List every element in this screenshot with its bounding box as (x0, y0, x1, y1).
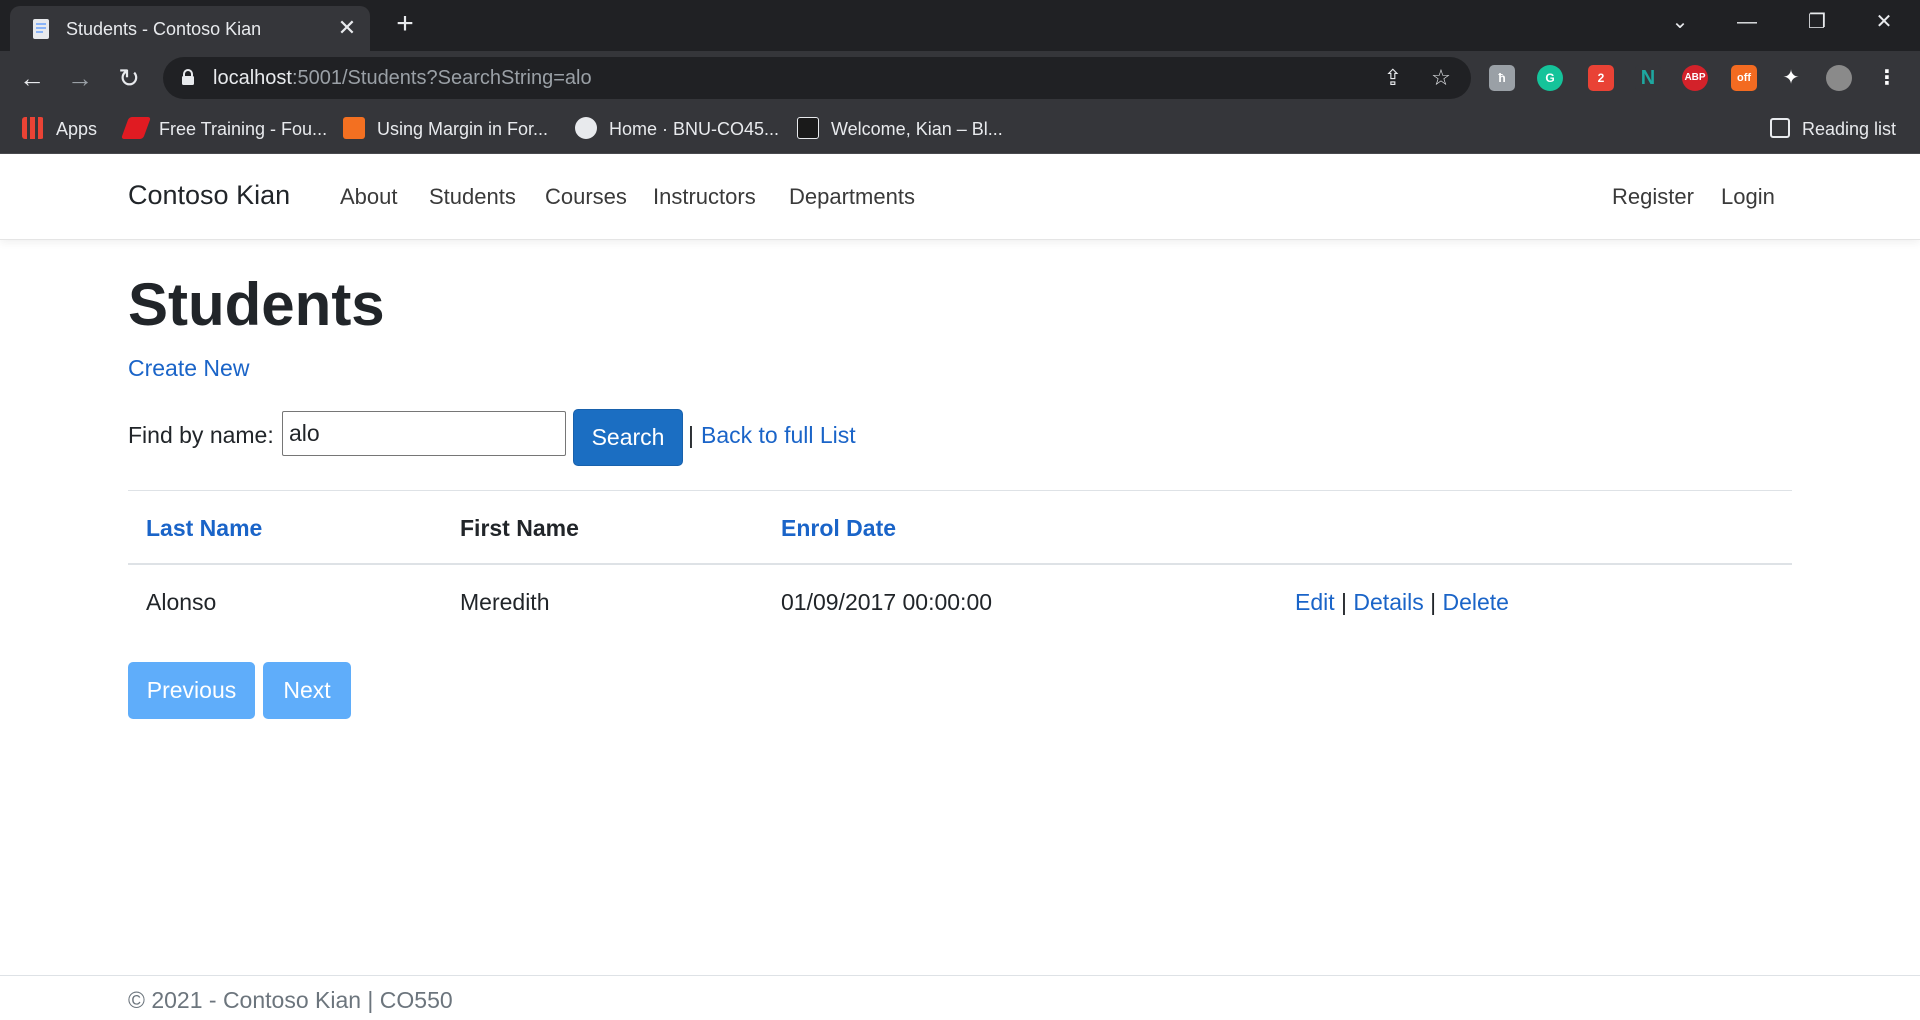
previous-page-button[interactable]: Previous (128, 662, 255, 719)
nav-link-register[interactable]: Register (1612, 184, 1694, 210)
forward-arrow-icon[interactable]: → (64, 62, 96, 94)
restore-icon[interactable]: ❐ (1797, 8, 1837, 36)
tab-search-chevron-icon[interactable]: ⌄ (1660, 8, 1700, 36)
ext-grey-icon[interactable]: ħ (1489, 65, 1515, 91)
reading-list-icon (1770, 118, 1790, 139)
browser-tab-active[interactable]: Students - Contoso Kian ✕ (10, 6, 370, 51)
cell-last-name: Alonso (146, 589, 217, 615)
students-table: Last Name First Name Enrol Date Alonso M… (128, 490, 1792, 643)
bookmark-using-margin[interactable]: Using Margin in For... (343, 116, 548, 142)
row-actions: Edit | Details | Delete (1295, 589, 1509, 616)
cell-enrol-date: 01/09/2017 00:00:00 (781, 589, 993, 615)
nav-link-login[interactable]: Login (1721, 184, 1775, 210)
cell-first-name: Meredith (460, 589, 550, 615)
navbar-brand[interactable]: Contoso Kian (128, 180, 290, 211)
column-header-first-name: First Name (460, 515, 579, 541)
tab-title: Students - Contoso Kian (66, 19, 262, 39)
search-button[interactable]: Search (573, 409, 683, 466)
reload-icon[interactable]: ↻ (113, 62, 145, 94)
footer-text: © 2021 - Contoso Kian | CO550 (128, 987, 453, 1013)
separator: | (688, 422, 694, 448)
bookmarks-bar: Apps Free Training - Fou... Using Margin… (0, 105, 1920, 154)
url-text: localhost:5001/Students?SearchString=alo (213, 67, 592, 89)
close-window-icon[interactable]: ✕ (1864, 8, 1904, 36)
dfx-icon (343, 117, 365, 140)
site-footer: © 2021 - Contoso Kian | CO550 (0, 975, 1920, 1020)
nav-link-about[interactable]: About (340, 184, 398, 210)
reading-list-button[interactable]: Reading list (1770, 116, 1896, 142)
page-title: Students (128, 271, 385, 338)
bookmark-blackboard[interactable]: Welcome, Kian – Bl... (797, 116, 1003, 142)
separator: | (1430, 589, 1437, 615)
extensions-puzzle-icon[interactable]: ✦ (1778, 65, 1804, 91)
tab-close-icon[interactable]: ✕ (335, 16, 359, 40)
apps-grid-icon (22, 117, 44, 140)
nav-link-courses[interactable]: Courses (545, 184, 627, 210)
ext-off-icon[interactable]: off (1731, 65, 1757, 91)
ext-colorful-icon[interactable]: 2 (1588, 65, 1614, 91)
document-favicon-icon (33, 19, 49, 39)
share-icon[interactable]: ⇪ (1380, 65, 1406, 91)
find-by-name-label: Find by name: (128, 422, 274, 448)
next-page-button[interactable]: Next (263, 662, 351, 719)
nav-link-instructors[interactable]: Instructors (653, 184, 756, 210)
search-input[interactable] (282, 411, 566, 456)
back-arrow-icon[interactable]: ← (16, 62, 48, 94)
ext-n-icon[interactable]: N (1635, 65, 1661, 91)
browser-toolbar: ← → ↻ localhost:5001/Students?SearchStri… (0, 51, 1920, 105)
grammarly-icon[interactable]: G (1537, 65, 1563, 91)
bookmark-github-home[interactable]: Home · BNU-CO45... (575, 116, 779, 142)
minimize-icon[interactable]: — (1727, 8, 1767, 36)
new-tab-plus-icon[interactable]: + (390, 9, 420, 40)
delete-link[interactable]: Delete (1442, 589, 1508, 615)
site-navbar: Contoso Kian About Students Courses Inst… (0, 154, 1920, 240)
separator: | (1341, 589, 1348, 615)
blackboard-icon (797, 117, 819, 140)
browser-menu-dots-icon[interactable]: ⋮ (1874, 65, 1900, 91)
table-row: Alonso Meredith 01/09/2017 00:00:00 Edit… (128, 565, 1792, 643)
sort-enrol-date-link[interactable]: Enrol Date (781, 515, 896, 542)
nav-link-departments[interactable]: Departments (789, 184, 915, 210)
profile-avatar-icon[interactable] (1826, 65, 1852, 91)
create-new-link[interactable]: Create New (128, 355, 249, 382)
red-arrow-icon (120, 117, 152, 140)
github-icon (575, 117, 597, 140)
bookmark-apps[interactable]: Apps (22, 116, 97, 142)
sort-last-name-link[interactable]: Last Name (146, 515, 262, 542)
edit-link[interactable]: Edit (1295, 589, 1335, 615)
address-bar[interactable]: localhost:5001/Students?SearchString=alo… (163, 57, 1471, 99)
back-to-full-list-link[interactable]: Back to full List (701, 422, 856, 449)
lock-icon (182, 69, 194, 85)
details-link[interactable]: Details (1353, 589, 1423, 615)
nav-link-students[interactable]: Students (429, 184, 516, 210)
bookmark-star-icon[interactable]: ☆ (1428, 65, 1454, 91)
browser-tab-strip: Students - Contoso Kian ✕ + ⌄ — ❐ ✕ (0, 0, 1920, 51)
table-header: Last Name First Name Enrol Date (128, 490, 1792, 565)
adblock-plus-icon[interactable]: ABP (1682, 65, 1708, 91)
bookmark-free-training[interactable]: Free Training - Fou... (120, 116, 327, 142)
